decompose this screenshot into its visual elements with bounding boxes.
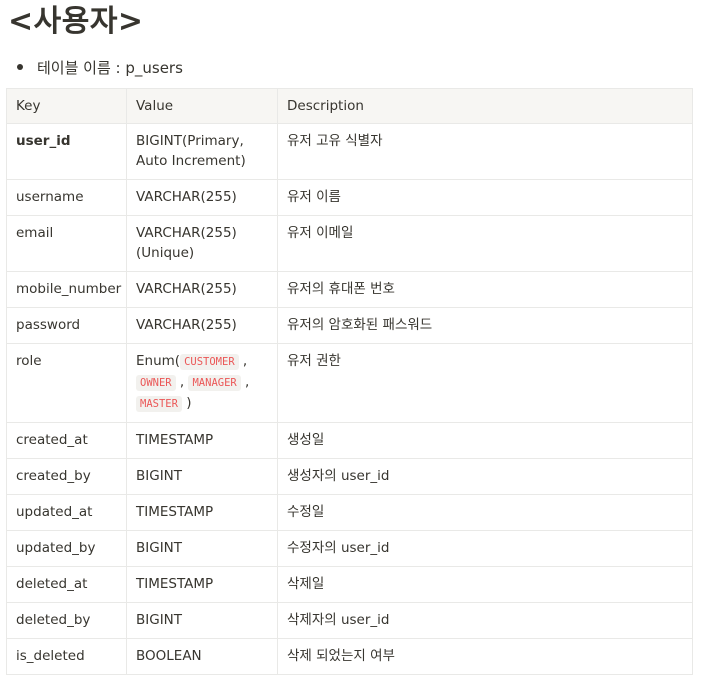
cell-description: 생성자의 user_id [277, 458, 693, 495]
cell-description: 유저 이메일 [277, 215, 693, 272]
cell-key: updated_at [6, 494, 127, 531]
cell-key: role [6, 343, 127, 423]
page-title: <사용자> [8, 4, 144, 39]
bullet-item: 테이블 이름 : p_users [8, 55, 719, 79]
cell-value: BOOLEAN [126, 638, 278, 675]
table-row: deleted_by BIGINT 삭제자의 user_id [6, 602, 693, 639]
cell-description: 수정자의 user_id [277, 530, 693, 567]
table-row: deleted_at TIMESTAMP 삭제일 [6, 566, 693, 603]
table-row: mobile_number VARCHAR(255) 유저의 휴대폰 번호 [6, 271, 693, 308]
cell-description: 삭제일 [277, 566, 693, 603]
cell-description: 생성일 [277, 422, 693, 459]
cell-key: created_by [6, 458, 127, 495]
enum-value-code: MANAGER [188, 375, 241, 391]
cell-value: BIGINT [126, 458, 278, 495]
column-header-value: Value [126, 88, 278, 124]
cell-value: BIGINT(Primary, Auto Increment) [126, 123, 278, 180]
cell-description: 수정일 [277, 494, 693, 531]
cell-key: created_at [6, 422, 127, 459]
table-row: created_at TIMESTAMP 생성일 [6, 422, 693, 459]
enum-suffix: ) [186, 395, 192, 411]
cell-key: email [6, 215, 127, 272]
table-header-row: Key Value Description [6, 88, 693, 124]
cell-value: VARCHAR(255) [126, 307, 278, 344]
cell-description: 유저 이름 [277, 179, 693, 216]
cell-key: updated_by [6, 530, 127, 567]
cell-key: is_deleted [6, 638, 127, 675]
cell-value: TIMESTAMP [126, 566, 278, 603]
bullet-dot-icon [17, 64, 23, 70]
cell-description: 삭제 되었는지 여부 [277, 638, 693, 675]
cell-key: deleted_by [6, 602, 127, 639]
enum-prefix: Enum( [136, 353, 181, 369]
cell-description: 유저의 휴대폰 번호 [277, 271, 693, 308]
cell-value: VARCHAR(255) (Unique) [126, 215, 278, 272]
cell-key: username [6, 179, 127, 216]
bullet-text: 테이블 이름 : p_users [37, 58, 183, 77]
table-row: is_deleted BOOLEAN 삭제 되었는지 여부 [6, 638, 693, 675]
cell-value: VARCHAR(255) [126, 179, 278, 216]
cell-key: password [6, 307, 127, 344]
cell-value: BIGINT [126, 530, 278, 567]
table-row: updated_by BIGINT 수정자의 user_id [6, 530, 693, 567]
cell-value: TIMESTAMP [126, 422, 278, 459]
enum-value-code: MASTER [136, 396, 182, 412]
cell-value: VARCHAR(255) [126, 271, 278, 308]
cell-description: 삭제자의 user_id [277, 602, 693, 639]
document-page: <사용자> 테이블 이름 : p_users Key Value Descrip… [0, 2, 719, 675]
enum-value-code: CUSTOMER [180, 354, 239, 370]
cell-value: BIGINT [126, 602, 278, 639]
enum-value-code: OWNER [136, 375, 176, 391]
table-row: updated_at TIMESTAMP 수정일 [6, 494, 693, 531]
cell-value: TIMESTAMP [126, 494, 278, 531]
cell-description: 유저의 암호화된 패스워드 [277, 307, 693, 344]
table-row: password VARCHAR(255) 유저의 암호화된 패스워드 [6, 307, 693, 344]
cell-value: Enum(CUSTOMER , OWNER , MANAGER , MASTER ) [126, 343, 278, 423]
table-row: created_by BIGINT 생성자의 user_id [6, 458, 693, 495]
cell-key: user_id [6, 123, 127, 180]
table-row: email VARCHAR(255) (Unique) 유저 이메일 [6, 215, 693, 272]
table-row: role Enum(CUSTOMER , OWNER , MANAGER , MAS… [6, 343, 693, 423]
cell-description: 유저 고유 식별자 [277, 123, 693, 180]
table-row: username VARCHAR(255) 유저 이름 [6, 179, 693, 216]
cell-key: mobile_number [6, 271, 127, 308]
table-row: user_id BIGINT(Primary, Auto Increment) … [6, 123, 693, 180]
cell-key: deleted_at [6, 566, 127, 603]
column-header-key: Key [6, 88, 127, 124]
cell-description: 유저 권한 [277, 343, 693, 423]
schema-table: Key Value Description user_id BIGINT(Pri… [6, 88, 693, 675]
column-header-description: Description [277, 88, 693, 124]
